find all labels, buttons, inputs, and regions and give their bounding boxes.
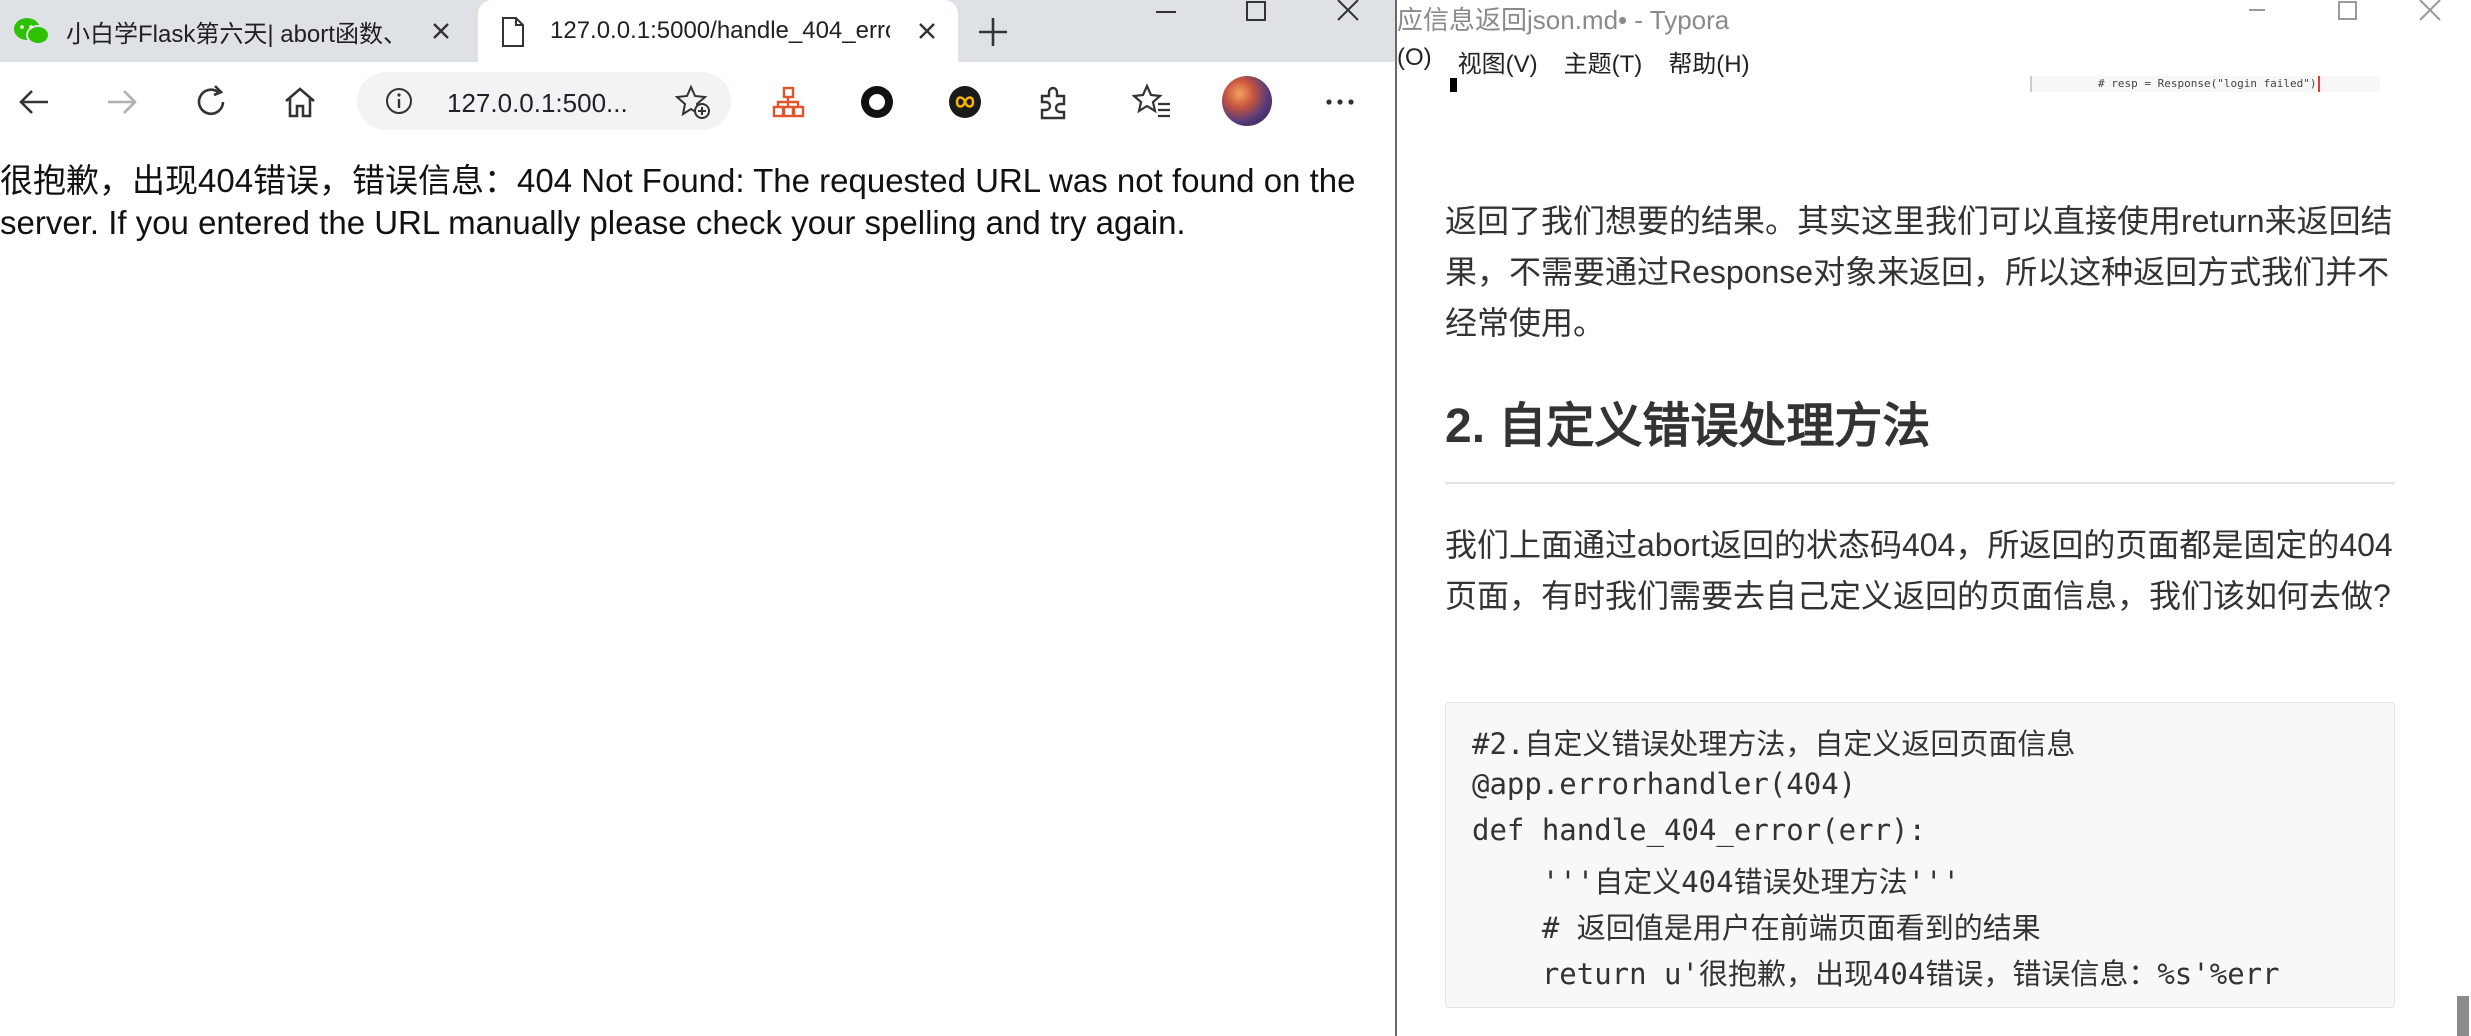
text-cursor bbox=[1450, 78, 1457, 92]
minimize-icon[interactable] bbox=[1130, 0, 1202, 30]
tab-strip: 小白学Flask第六天| abort函数、 127.0.0.1:5000/han… bbox=[0, 0, 1395, 62]
menu-bar: (O) 视图(V) 主题(T) 帮助(H) bbox=[1397, 44, 1776, 79]
new-tab-icon[interactable] bbox=[975, 14, 1011, 50]
home-icon[interactable] bbox=[278, 80, 322, 124]
error-message: 很抱歉，出现404错误，错误信息：404 Not Found: The requ… bbox=[0, 162, 1356, 241]
paragraph: 我们上面通过abort返回的状态码404，所返回的页面都是固定的404页面，有时… bbox=[1445, 527, 2393, 614]
page-icon bbox=[500, 16, 526, 53]
code-line: @app.errorhandler(404) bbox=[1472, 767, 1857, 801]
scrollbar-thumb[interactable] bbox=[2457, 996, 2469, 1036]
extensions-puzzle-icon[interactable] bbox=[1032, 80, 1076, 124]
code-line: def handle_404_error(err): bbox=[1472, 813, 1926, 847]
code-line: # 返回值是用户在前端页面看到的结果 bbox=[1472, 911, 2041, 945]
menu-theme[interactable]: 主题(T) bbox=[1564, 44, 1643, 79]
tab-localhost[interactable]: 127.0.0.1:5000/handle_404_error bbox=[478, 0, 958, 62]
extension-circle-icon[interactable] bbox=[855, 80, 899, 124]
back-icon[interactable] bbox=[12, 80, 56, 124]
paragraph: 返回了我们想要的结果。其实这里我们可以直接使用return来返回结果，不需要通过… bbox=[1445, 203, 2393, 341]
menu-help[interactable]: 帮助(H) bbox=[1668, 44, 1749, 79]
site-info-icon[interactable] bbox=[384, 86, 414, 121]
tab-title: 127.0.0.1:5000/handle_404_error bbox=[550, 17, 890, 44]
code-line: '''自定义404错误处理方法''' bbox=[1472, 865, 1960, 899]
code-line: return u'很抱歉，出现404错误，错误信息：%s'%err bbox=[1472, 957, 2280, 991]
typora-window: 应信息返回json.md• - Typora (O) 视图(V) 主题(T) 帮… bbox=[1397, 0, 2471, 1036]
tab-wechat-article[interactable]: 小白学Flask第六天| abort函数、 bbox=[0, 0, 472, 62]
wechat-icon bbox=[12, 16, 52, 53]
code-line: #2.自定义错误处理方法，自定义返回页面信息 bbox=[1472, 727, 2076, 761]
snippet-code: # resp = Response("login failed") bbox=[2098, 77, 2317, 90]
maximize-icon[interactable] bbox=[2317, 0, 2377, 29]
close-tab-icon[interactable] bbox=[428, 18, 454, 44]
browser-window: 小白学Flask第六天| abort函数、 127.0.0.1:5000/han… bbox=[0, 0, 1395, 1036]
extension-network-icon[interactable] bbox=[766, 80, 810, 124]
refresh-icon[interactable] bbox=[189, 80, 233, 124]
window-title: 应信息返回json.md• - Typora bbox=[1397, 5, 1730, 35]
browser-toolbar: 127.0.0.1:500... bbox=[0, 62, 1395, 140]
forward-icon[interactable] bbox=[100, 80, 144, 124]
heading-underline bbox=[1445, 482, 2395, 484]
favorites-icon[interactable] bbox=[1130, 80, 1174, 124]
section-heading: 2. 自定义错误处理方法 bbox=[1445, 400, 1931, 453]
more-menu-icon[interactable] bbox=[1318, 80, 1362, 124]
add-favorite-icon[interactable] bbox=[674, 84, 711, 125]
minimize-icon[interactable] bbox=[2227, 0, 2287, 25]
close-window-icon[interactable] bbox=[1312, 0, 1384, 30]
maximize-icon[interactable] bbox=[1220, 0, 1292, 30]
tab-title: 小白学Flask第六天| abort函数、 bbox=[66, 20, 407, 48]
address-bar[interactable]: 127.0.0.1:500... bbox=[357, 72, 731, 130]
profile-avatar[interactable] bbox=[1222, 76, 1272, 126]
menu-view[interactable]: 视图(V) bbox=[1458, 44, 1538, 79]
close-tab-icon[interactable] bbox=[914, 18, 940, 44]
menu-format[interactable]: (O) bbox=[1397, 44, 1432, 79]
image-snippet: # resp = Response("login failed") bbox=[2030, 76, 2380, 92]
url-text: 127.0.0.1:500... bbox=[447, 88, 628, 118]
extension-infinity-icon[interactable] bbox=[943, 80, 987, 124]
close-window-icon[interactable] bbox=[2400, 0, 2460, 29]
code-block[interactable]: #2.自定义错误处理方法，自定义返回页面信息 @app.errorhandler… bbox=[1445, 702, 2395, 1008]
